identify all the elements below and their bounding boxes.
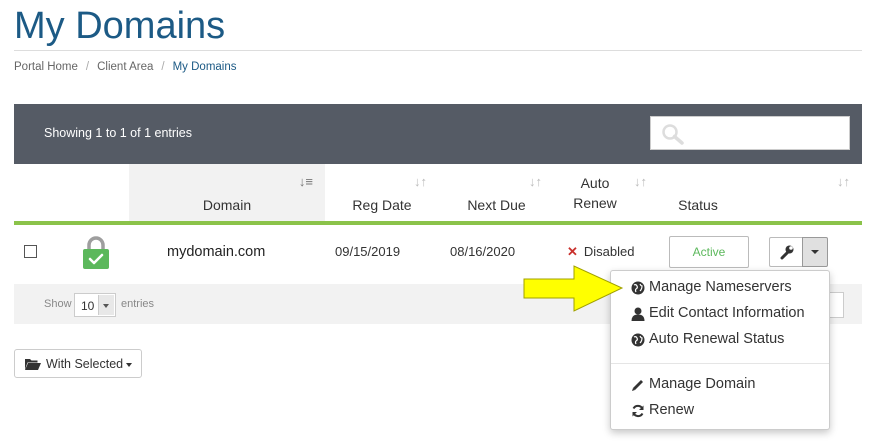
title-divider — [14, 50, 862, 51]
globe-icon — [631, 281, 645, 295]
search-input[interactable] — [650, 116, 850, 150]
breadcrumb-separator: / — [161, 61, 165, 73]
menu-item-label: Edit Contact Information — [649, 305, 805, 321]
menu-item-manage-nameservers[interactable]: Manage Nameservers — [631, 279, 792, 295]
ssl-lock-icon — [83, 236, 109, 269]
with-selected-button[interactable]: With Selected — [14, 349, 142, 378]
domain-name[interactable]: mydomain.com — [167, 244, 265, 260]
auto-renew-label: Disabled — [583, 244, 635, 259]
header-reg-date-label: Reg Date — [352, 197, 412, 213]
page-length-value: 10 — [81, 299, 95, 313]
header-next-due-label: Next Due — [467, 197, 526, 213]
menu-item-auto-renewal[interactable]: Auto Renewal Status — [631, 331, 784, 347]
table-info: Showing 1 to 1 of 1 entries — [44, 126, 193, 140]
page-title: My Domains — [14, 5, 226, 47]
annotation-arrow-icon — [523, 265, 624, 312]
refresh-icon — [632, 404, 644, 418]
breadcrumb-portal-home[interactable]: Portal Home — [14, 61, 78, 73]
sort-icon: ↓↑ — [414, 174, 427, 189]
header-auto-renew[interactable]: Auto Renew ↓↑ — [554, 164, 659, 225]
globe-icon — [631, 333, 645, 347]
breadcrumb-my-domains: My Domains — [172, 61, 237, 73]
menu-divider — [611, 363, 829, 364]
table-header: Domain ↓≡ Reg Date ↓↑ Next Due ↓↑ Auto R… — [14, 164, 862, 225]
with-selected-label: With Selected — [46, 357, 124, 371]
page-length-select[interactable]: 10 — [74, 293, 116, 317]
menu-item-renew[interactable]: Renew — [631, 402, 694, 418]
reg-date: 09/15/2019 — [335, 244, 401, 259]
menu-item-label: Manage Nameservers — [649, 279, 792, 295]
pagination[interactable] — [829, 292, 844, 318]
sort-asc-icon: ↓≡ — [298, 174, 313, 189]
sort-icon: ↓↑ — [634, 174, 647, 189]
menu-item-manage-domain[interactable]: Manage Domain — [631, 376, 755, 392]
header-next-due[interactable]: Next Due ↓↑ — [439, 164, 554, 225]
manage-button[interactable] — [769, 237, 802, 267]
menu-item-label: Auto Renewal Status — [649, 331, 785, 347]
status-badge: Active — [669, 236, 749, 268]
header-domain[interactable]: Domain ↓≡ — [129, 164, 325, 225]
header-actions[interactable]: ↓↑ — [759, 164, 862, 225]
table-toolbar: Showing 1 to 1 of 1 entries — [14, 104, 862, 164]
actions-dropdown-menu: Manage Nameservers Edit Contact Informat… — [610, 270, 830, 430]
breadcrumb: Portal Home / Client Area / My Domains — [14, 61, 237, 73]
breadcrumb-separator: / — [85, 61, 90, 73]
sort-icon: ↓↑ — [837, 174, 850, 189]
user-icon — [631, 307, 645, 321]
caret-down-icon — [811, 250, 819, 254]
pencil-icon — [632, 380, 643, 391]
show-label: Show — [44, 298, 72, 310]
menu-item-edit-contact[interactable]: Edit Contact Information — [631, 305, 805, 321]
auto-renew-status: ✕ Disabled — [567, 244, 635, 260]
header-checkbox-column — [14, 164, 62, 225]
header-lock-column — [62, 164, 129, 225]
actions-dropdown-toggle[interactable] — [802, 237, 828, 267]
next-due: 08/16/2020 — [450, 244, 516, 259]
caret-down-icon — [126, 363, 132, 367]
header-status[interactable]: Status — [659, 164, 759, 225]
entries-label: entries — [121, 298, 155, 310]
wrench-icon — [780, 245, 794, 260]
row-checkbox[interactable] — [24, 245, 37, 258]
header-auto-renew-label: Auto Renew — [573, 175, 617, 211]
chevron-down-icon — [98, 295, 114, 315]
menu-item-label: Manage Domain — [649, 376, 756, 392]
header-reg-date[interactable]: Reg Date ↓↑ — [325, 164, 439, 225]
menu-item-label: Renew — [649, 402, 695, 418]
close-icon: ✕ — [567, 244, 578, 259]
header-status-label: Status — [678, 197, 718, 213]
header-domain-label: Domain — [202, 197, 252, 213]
sort-icon: ↓↑ — [529, 174, 542, 189]
folder-open-icon — [25, 359, 41, 370]
search-icon — [662, 124, 684, 145]
breadcrumb-client-area[interactable]: Client Area — [97, 61, 153, 73]
